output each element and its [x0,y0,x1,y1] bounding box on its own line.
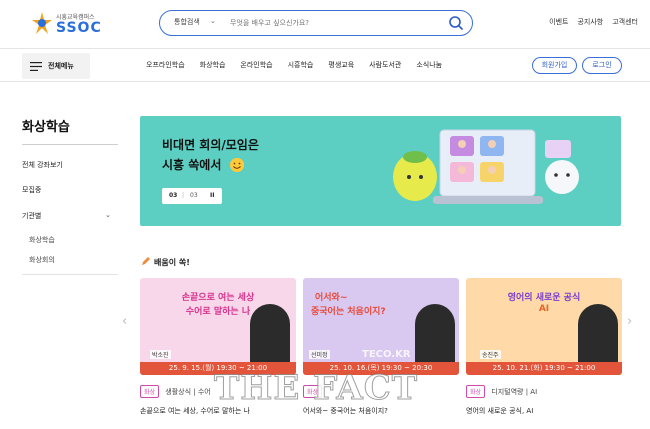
main-nav: 전체메뉴 오프라인학습 화상학습 온라인학습 시흥학습 평생교육 사람도서관 소… [0,48,650,82]
banner-headline-2: 시흥 쏙에서 [162,158,222,172]
site-logo[interactable]: 시흥교육캠퍼스 SSOC [30,8,110,40]
pager-current: 03 [169,192,178,199]
course-card[interactable]: 손끝으로 여는 세상 수어로 말하는 나 박소진 25. 9. 15.(월) 1… [140,278,296,375]
top-header: 시흥교육캠퍼스 SSOC 통합검색 ⌄ 이벤트 공지사항 고객센터 [0,0,650,48]
all-menu-label: 전체메뉴 [48,62,74,70]
util-link-support[interactable]: 고객센터 [612,17,638,27]
hamburger-icon [30,62,42,71]
watermark: THE FACT [213,368,419,409]
instructor-name: 박소진 [150,350,171,359]
instructor-photo [578,304,618,362]
instructor-name: 선미정 [309,350,330,359]
tag-badge: 화상 [466,385,486,398]
course-card[interactable]: 영어의 새로운 공식 AI 송진주 25. 10. 21.(화) 19:30 ~… [466,278,622,375]
sidebar-subitem-video-learning[interactable]: 화상학습 [29,235,55,245]
sidebar-divider [22,274,118,275]
card-caption[interactable]: 영어의 새로운 공식, AI [466,406,533,416]
sidebar-item-all-courses[interactable]: 전체 강좌보기 [22,160,63,170]
pager-total: 03 [190,192,198,199]
join-button[interactable]: 회원가입 [532,57,577,74]
instructor-photo [415,304,455,362]
sidebar-item-recruiting[interactable]: 모집중 [22,185,41,195]
logo-mark-icon [32,12,52,34]
section-title: 배움이 쏙! [154,258,190,267]
all-menu-button[interactable]: 전체메뉴 [22,53,90,79]
card-title-line1: 손끝으로 여는 세상 [181,293,255,303]
search-bar: 통합검색 ⌄ [159,10,473,36]
pencil-icon [142,257,150,265]
card-category: 디지털역량 | AI [491,388,538,396]
chevron-down-icon[interactable]: ⌄ [105,211,111,219]
nav-item-news[interactable]: 소식나눔 [416,60,442,70]
util-link-event[interactable]: 이벤트 [549,17,568,27]
nav-items: 오프라인학습 화상학습 온라인학습 시흥학습 평생교육 사람도서관 소식나눔 [146,60,457,70]
nav-item-lifelong[interactable]: 평생교육 [328,60,354,70]
card-date: 25. 10. 21.(화) 19:30 ~ 21:00 [466,362,622,375]
instructor-photo [250,304,290,362]
sidebar-subitem-video-meeting[interactable]: 화상회의 [29,255,55,265]
banner-pager: 03 | 03 II [162,188,222,204]
card-title-line1: 영어의 새로운 공식 [507,293,581,303]
nav-item-human-library[interactable]: 사람도서관 [369,60,401,70]
search-category-select[interactable]: 통합검색 [174,17,200,27]
search-input[interactable] [230,15,430,31]
nav-item-offline[interactable]: 오프라인학습 [146,60,185,70]
logo-text: SSOC [56,20,102,36]
smile-emoji-icon [230,158,244,172]
nav-item-video[interactable]: 화상학습 [200,60,226,70]
card-category: 생활상식 | 수어 [165,388,211,396]
util-link-notice[interactable]: 공지사항 [577,17,603,27]
sidebar-divider [22,144,118,145]
utility-links: 이벤트 공지사항 고객센터 [549,17,638,27]
sidebar-title: 화상학습 [22,120,70,135]
instructor-name: 송진주 [480,350,501,359]
search-icon[interactable] [448,15,464,31]
carousel-prev-icon[interactable]: ‹ [122,314,127,329]
banner-headline-1: 비대면 회의/모임은 [162,138,259,152]
watermark-small: TECO.KR [362,349,411,360]
pager-separator: | [182,192,185,199]
card-title-line1: 어서와~ [315,293,348,303]
card-meta: 화상 디지털역량 | AI [466,385,537,398]
video-meeting-illustration [393,129,579,204]
course-card[interactable]: 어서와~ 중국어는 처음이지? 선미정 25. 10. 16.(목) 19:30… [303,278,459,375]
nav-item-siheung[interactable]: 시흥학습 [288,60,314,70]
promo-banner[interactable]: 비대면 회의/모임은 시흥 쏙에서 03 | 03 II [140,116,621,226]
nav-item-online[interactable]: 온라인학습 [240,60,272,70]
tag-badge: 화상 [140,385,160,398]
sidebar-item-by-institution[interactable]: 기관별 [22,211,41,221]
carousel-next-icon[interactable]: › [627,314,632,329]
login-button[interactable]: 로그인 [582,57,622,74]
card-meta: 화상 생활상식 | 수어 [140,385,211,398]
pause-button[interactable]: II [210,192,214,199]
chevron-down-icon[interactable]: ⌄ [210,17,216,25]
